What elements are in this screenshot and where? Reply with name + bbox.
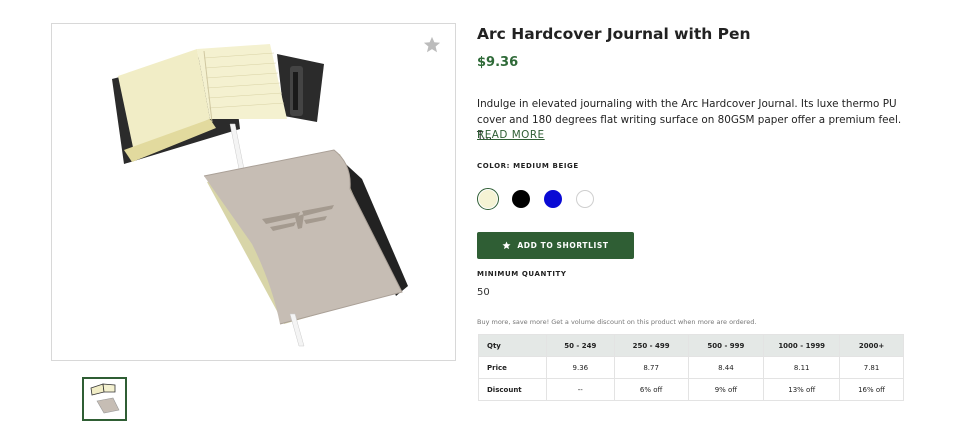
table-cell: --: [545, 378, 615, 401]
table-cell: 9% off: [687, 378, 765, 401]
swatch-blue[interactable]: [542, 188, 564, 210]
table-cell: 8.77: [613, 356, 689, 379]
table-row: Discount -- 6% off 9% off 13% off 16% of…: [478, 378, 904, 401]
table-cell: Price: [478, 356, 547, 379]
product-main-image: [51, 23, 456, 361]
table-header-cell: 2000+: [839, 334, 904, 357]
color-label: COLOR: MEDIUM BEIGE: [477, 162, 579, 170]
table-cell: Discount: [478, 378, 547, 401]
table-header-cell: 50 - 249: [545, 334, 615, 357]
volume-discount-note: Buy more, save more! Get a volume discou…: [477, 318, 757, 326]
minimum-quantity-label: MINIMUM QUANTITY: [477, 270, 567, 278]
star-icon: [502, 241, 511, 250]
star-icon[interactable]: [423, 36, 441, 54]
table-cell: 6% off: [613, 378, 689, 401]
swatch-black[interactable]: [510, 188, 532, 210]
table-header-cell: 500 - 999: [687, 334, 765, 357]
swatch-white[interactable]: [574, 188, 596, 210]
table-row: Price 9.36 8.77 8.44 8.11 7.81: [478, 356, 904, 379]
table-cell: 8.11: [763, 356, 841, 379]
table-cell: 16% off: [839, 378, 904, 401]
product-title: Arc Hardcover Journal with Pen: [477, 25, 751, 43]
table-cell: 7.81: [839, 356, 904, 379]
product-price: $9.36: [477, 55, 519, 70]
shortlist-button-label: ADD TO SHORTLIST: [517, 241, 609, 250]
product-thumbnail[interactable]: [82, 377, 127, 421]
minimum-quantity-value: 50: [477, 287, 490, 298]
read-more-link[interactable]: READ MORE: [477, 129, 545, 141]
table-header-cell: 1000 - 1999: [763, 334, 841, 357]
journal-illustration: [112, 44, 408, 347]
table-header-row: Qty 50 - 249 250 - 499 500 - 999 1000 - …: [478, 334, 904, 357]
pricing-table: Qty 50 - 249 250 - 499 500 - 999 1000 - …: [478, 334, 904, 401]
table-header-cell: Qty: [478, 334, 547, 357]
thumbnail-image: [90, 383, 120, 414]
table-cell: 9.36: [545, 356, 615, 379]
table-header-cell: 250 - 499: [613, 334, 689, 357]
add-to-shortlist-button[interactable]: ADD TO SHORTLIST: [477, 232, 634, 259]
table-cell: 13% off: [763, 378, 841, 401]
table-cell: 8.44: [687, 356, 765, 379]
swatch-medium-beige[interactable]: [477, 188, 499, 210]
